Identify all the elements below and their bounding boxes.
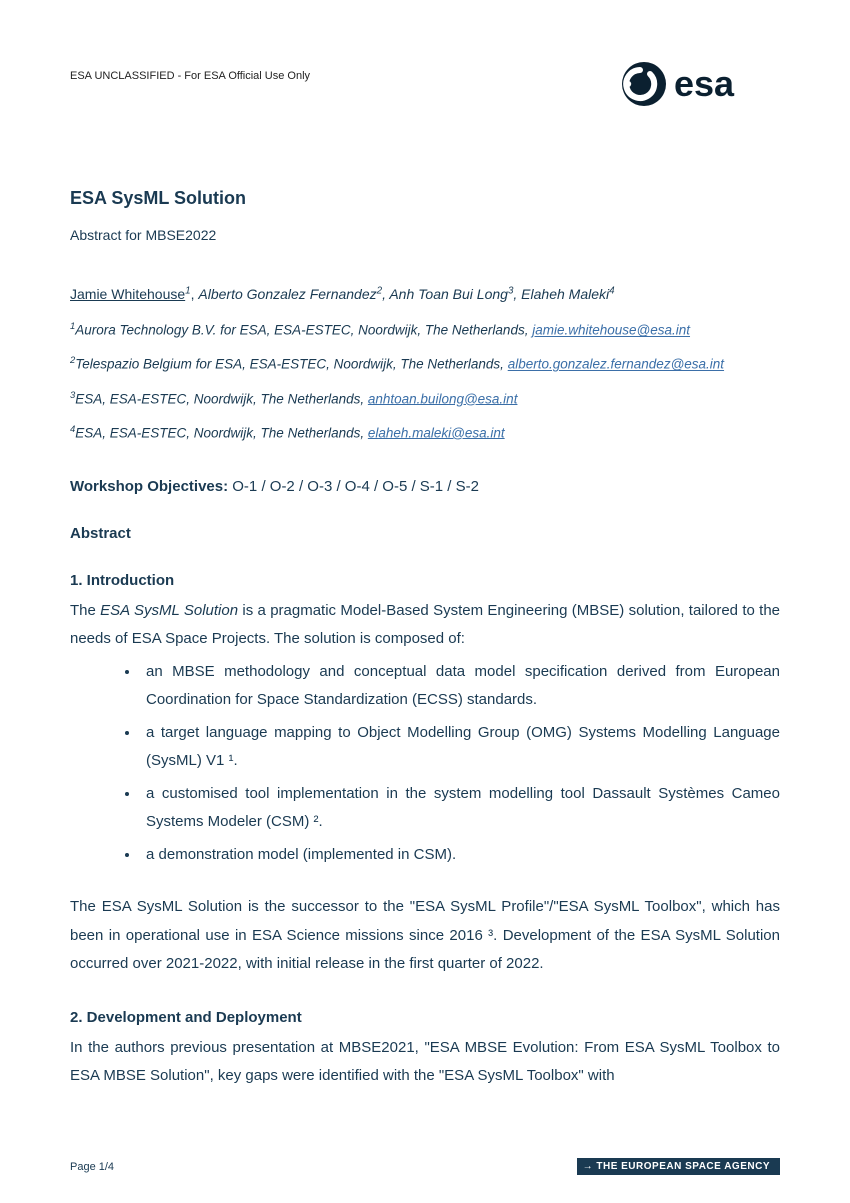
classification-label: ESA UNCLASSIFIED - For ESA Official Use … xyxy=(70,60,310,82)
bullet-3: a customised tool implementation in the … xyxy=(140,780,780,837)
page-number: Page 1/4 xyxy=(70,1161,114,1173)
email-link-1[interactable]: jamie.whitehouse@esa.int xyxy=(532,323,690,338)
footer-agency-badge: THE EUROPEAN SPACE AGENCY xyxy=(577,1158,780,1175)
intro-tail: The ESA SysML Solution is the successor … xyxy=(70,893,780,979)
bullet-1: an MBSE methodology and conceptual data … xyxy=(140,658,780,715)
document-page: ESA UNCLASSIFIED - For ESA Official Use … xyxy=(0,0,850,1203)
email-link-3[interactable]: anhtoan.builong@esa.int xyxy=(368,391,518,406)
author-3: Anh Toan Bui Long xyxy=(389,286,508,302)
esa-logo: esa xyxy=(620,60,780,108)
bullet-2: a target language mapping to Object Mode… xyxy=(140,719,780,776)
document-subtitle: Abstract for MBSE2022 xyxy=(70,227,780,243)
email-link-2[interactable]: alberto.gonzalez.fernandez@esa.int xyxy=(508,357,724,372)
page-header: ESA UNCLASSIFIED - For ESA Official Use … xyxy=(70,60,780,108)
intro-heading: 1. Introduction xyxy=(70,572,780,589)
abstract-heading: Abstract xyxy=(70,525,780,542)
lead-author: Jamie Whitehouse xyxy=(70,286,185,302)
affiliation-4: 4ESA, ESA-ESTEC, Noordwijk, The Netherla… xyxy=(70,422,780,444)
email-link-4[interactable]: elaheh.maleki@esa.int xyxy=(368,425,505,440)
author-2: Alberto Gonzalez Fernandez xyxy=(198,286,376,302)
objectives-value: O-1 / O-2 / O-3 / O-4 / O-5 / S-1 / S-2 xyxy=(232,478,479,495)
logo-text: esa xyxy=(674,63,735,104)
intro-lead: The ESA SysML Solution is a pragmatic Mo… xyxy=(70,597,780,654)
affiliation-2: 2Telespazio Belgium for ESA, ESA-ESTEC, … xyxy=(70,353,780,375)
author-4: Elaheh Maleki xyxy=(521,286,609,302)
objectives-label: Workshop Objectives: xyxy=(70,478,228,495)
dev-heading: 2. Development and Deployment xyxy=(70,1009,780,1026)
affiliation-1: 1Aurora Technology B.V. for ESA, ESA-EST… xyxy=(70,319,780,341)
bullet-4: a demonstration model (implemented in CS… xyxy=(140,841,780,870)
author-list: Jamie Whitehouse1, Alberto Gonzalez Fern… xyxy=(70,283,780,305)
affiliation-3: 3ESA, ESA-ESTEC, Noordwijk, The Netherla… xyxy=(70,388,780,410)
dev-body: In the authors previous presentation at … xyxy=(70,1034,780,1091)
workshop-objectives: Workshop Objectives: O-1 / O-2 / O-3 / O… xyxy=(70,478,780,495)
document-title: ESA SysML Solution xyxy=(70,188,780,209)
page-footer: Page 1/4 THE EUROPEAN SPACE AGENCY xyxy=(70,1158,780,1175)
intro-bullets: an MBSE methodology and conceptual data … xyxy=(70,658,780,870)
